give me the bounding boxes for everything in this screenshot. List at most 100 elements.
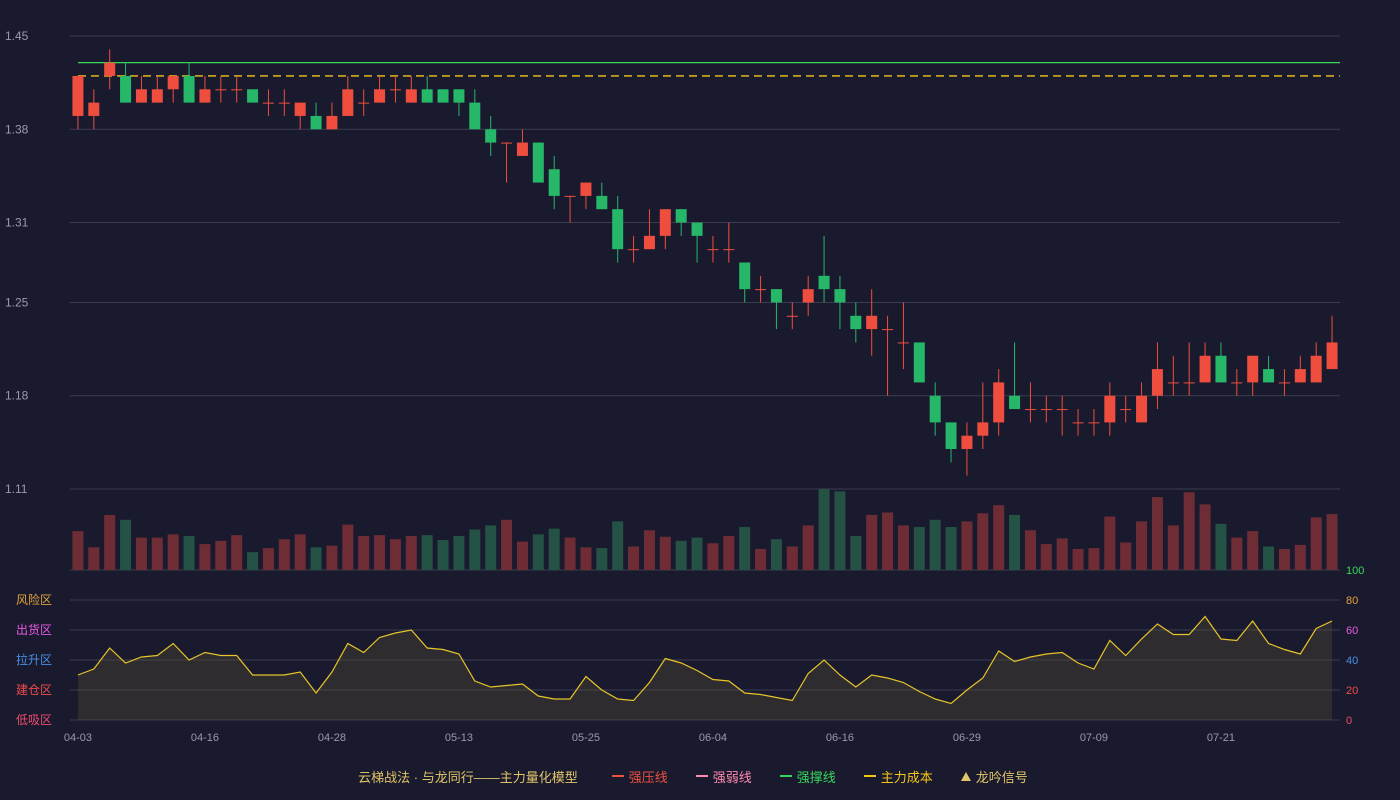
candle-body <box>516 142 528 156</box>
volume-bar <box>405 535 417 570</box>
indicator-tick-label: 60 <box>1346 625 1358 637</box>
volume-bar <box>120 519 132 570</box>
volume-bar <box>1151 497 1163 570</box>
candle-body <box>453 89 465 103</box>
volume-bar <box>326 545 338 570</box>
candlestick-chart: 1.45 1.38 1.31 1.25 1.18 1.11 100 80 60 40 20 0 风险区出… <box>5 29 1364 744</box>
volume-bar <box>755 548 767 570</box>
volume-bar <box>612 521 624 570</box>
volume-bar <box>929 519 941 570</box>
volume-bar <box>707 543 719 570</box>
candle-body <box>1199 355 1211 383</box>
candle-body <box>215 89 227 91</box>
volume-bar <box>786 546 798 570</box>
candle-body <box>120 75 132 103</box>
x-tick-label: 07-09 <box>1080 732 1108 744</box>
candle-body <box>1231 382 1243 384</box>
x-tick-label: 07-21 <box>1207 732 1235 744</box>
candle-body <box>1120 409 1132 411</box>
candle-body <box>691 222 703 236</box>
candle-body <box>437 89 449 103</box>
volume-bar <box>1009 514 1021 570</box>
volume-bar <box>389 539 401 570</box>
x-tick-label: 06-29 <box>953 732 981 744</box>
candle-body <box>786 315 798 317</box>
candle-body <box>326 115 338 130</box>
candle-body <box>485 129 497 143</box>
candle-body <box>564 195 576 197</box>
x-tick-label: 04-28 <box>318 732 346 744</box>
volume-bar <box>72 531 84 570</box>
candle-body <box>1009 395 1021 410</box>
volume-bar <box>215 540 227 570</box>
volume-bar <box>1278 548 1290 570</box>
candle-body <box>596 195 608 210</box>
candle-body <box>1056 409 1068 411</box>
volume-bar <box>167 534 179 570</box>
candle-body <box>532 142 544 183</box>
volume-bar <box>1056 538 1068 570</box>
x-tick-label: 06-04 <box>699 732 727 744</box>
price-tick-label: 1.31 <box>5 216 29 230</box>
volume-bar <box>1199 504 1211 570</box>
volume-bar <box>501 519 513 570</box>
legend-item-signal[interactable]: 龙吟信号 <box>960 767 1028 786</box>
volume-bar <box>374 535 386 570</box>
volume-bar <box>310 547 322 570</box>
candle-body <box>421 89 433 103</box>
indicator-tick-label: 100 <box>1346 565 1364 577</box>
candle-body <box>945 422 957 450</box>
volume-bar <box>834 491 846 570</box>
candle-body <box>628 249 640 251</box>
candle-body <box>358 102 370 104</box>
volume-bar <box>294 534 306 570</box>
volume-bar <box>453 535 465 570</box>
legend-item-strength[interactable]: 强弱线 <box>695 767 752 786</box>
candle-body <box>262 102 274 104</box>
volume-bar <box>945 527 957 570</box>
volume-bar <box>1183 492 1195 570</box>
volume-bar <box>691 537 703 570</box>
volume-bar <box>897 525 909 570</box>
candle-body <box>707 249 719 251</box>
candle-body <box>72 75 84 116</box>
candle-body <box>389 89 401 91</box>
volume-bar <box>1294 544 1306 570</box>
candle-body <box>1167 382 1179 384</box>
chart-legend: 云梯战法 · 与龙同行——主力量化模型 强压线 强弱线 强撑线 主力成本 龙吟信… <box>0 764 1400 788</box>
candle-body <box>929 395 941 423</box>
candle-body <box>659 209 671 236</box>
volume-bar <box>437 540 449 570</box>
candle-body <box>882 329 894 331</box>
candle-body <box>183 75 195 103</box>
candle-body <box>866 315 878 330</box>
volume-bar <box>516 541 528 570</box>
legend-item-cost[interactable]: 主力成本 <box>863 767 933 786</box>
candle-body <box>135 89 147 103</box>
candle-body <box>1278 382 1290 384</box>
legend-item-resistance[interactable]: 强压线 <box>611 767 668 786</box>
candle-body <box>1326 342 1338 370</box>
volume-bar <box>358 535 370 570</box>
volume-bar <box>231 535 243 570</box>
candle-body <box>834 289 846 303</box>
volume-bar <box>1326 514 1338 570</box>
volume-bar <box>1215 523 1227 570</box>
signal-triangle-icon <box>960 771 971 781</box>
volume-bar <box>183 535 195 570</box>
candle-body <box>1104 395 1116 423</box>
volume-bar <box>1231 537 1243 570</box>
legend-item-support[interactable]: 强撑线 <box>779 767 836 786</box>
zone-label: 出货区 <box>16 622 52 637</box>
support-line-swatch <box>779 775 792 777</box>
price-tick-label: 1.25 <box>5 295 29 309</box>
zone-label: 风险区 <box>16 592 52 607</box>
candle-body <box>104 62 116 76</box>
volume-bar <box>1247 531 1259 570</box>
candle-body <box>501 142 513 144</box>
x-tick-label: 04-16 <box>191 732 219 744</box>
volume-bar <box>993 505 1005 570</box>
candle-body <box>342 89 354 116</box>
candle-body <box>612 209 624 250</box>
candle-body <box>151 89 163 103</box>
